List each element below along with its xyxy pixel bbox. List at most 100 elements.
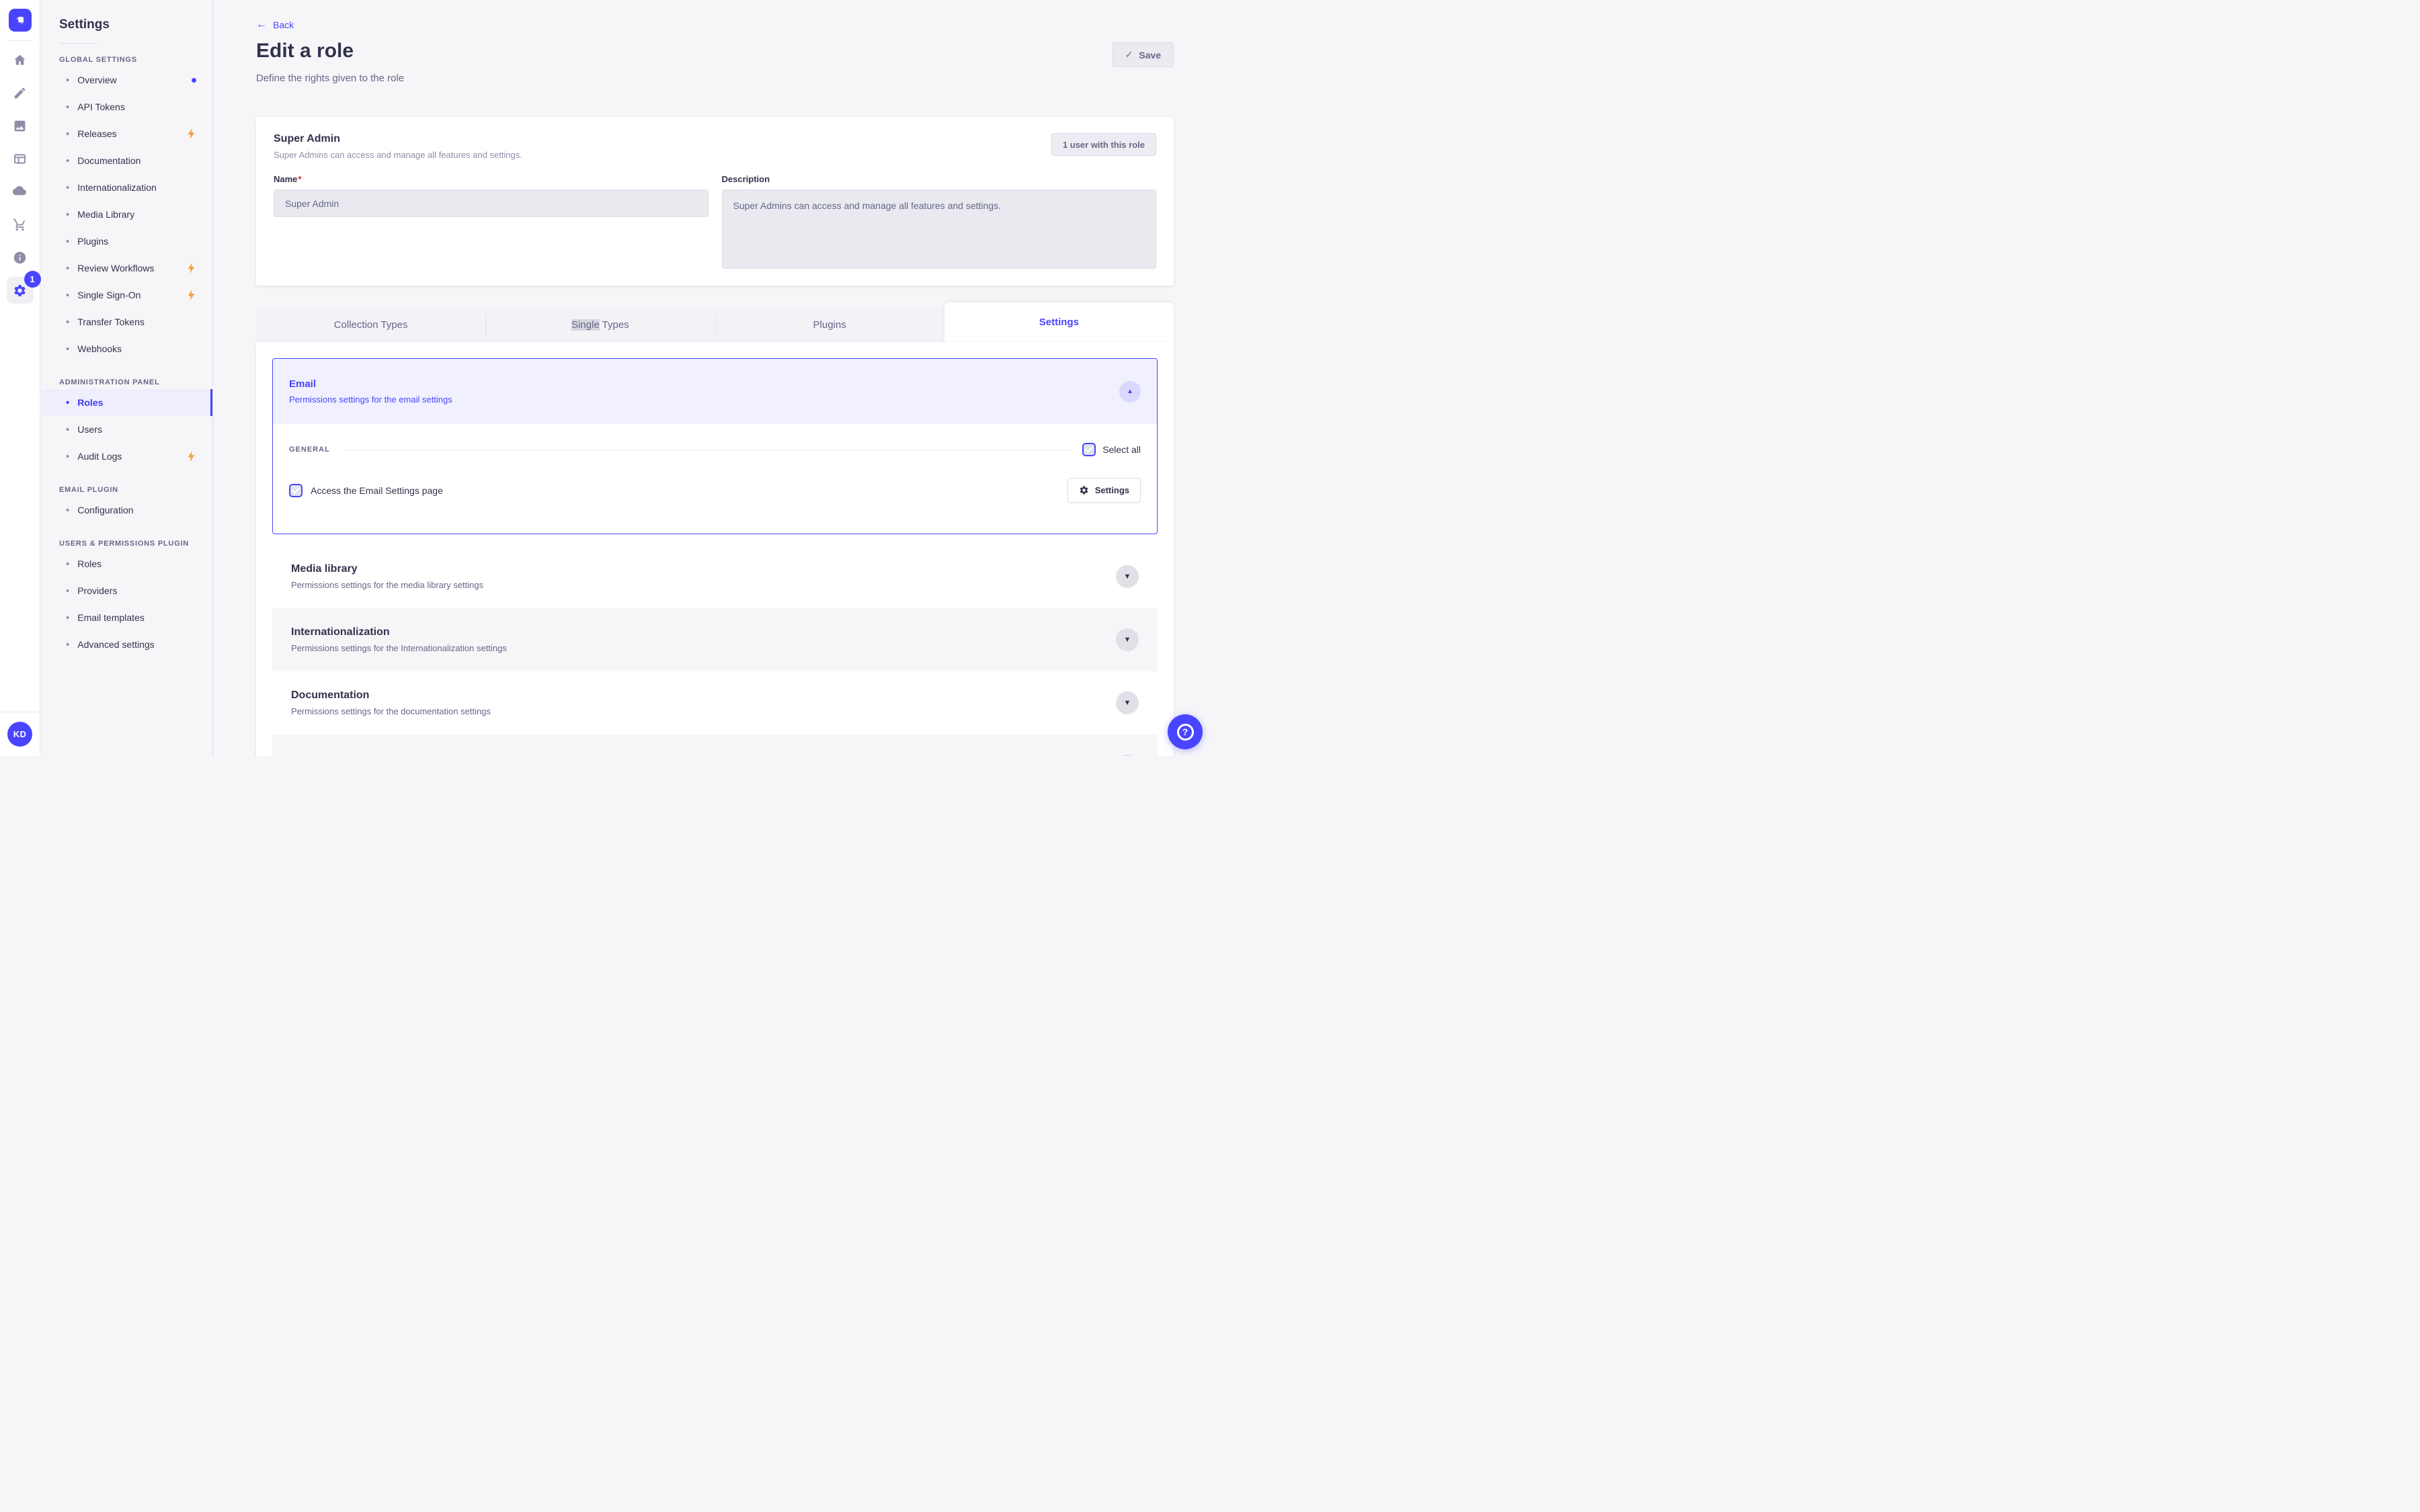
sidebar-item-label: Documentation (77, 155, 141, 166)
sidebar-item-media-library[interactable]: • Media Library (40, 201, 212, 228)
media-library-icon[interactable] (7, 112, 34, 139)
rail-bottom: KD (0, 712, 40, 756)
tab-plugins[interactable]: Plugins (715, 307, 944, 342)
email-panel-subtitle: Permissions settings for the email setti… (289, 394, 452, 405)
bullet-icon: • (66, 316, 70, 328)
check-icon: ✓ (1125, 49, 1133, 60)
user-avatar[interactable]: KD (7, 722, 32, 747)
rail-nav: 1 (0, 46, 41, 304)
permission-panel-documentation[interactable]: Documentation Permissions settings for th… (272, 671, 1158, 734)
sidebar-item-providers[interactable]: • Providers (40, 577, 212, 604)
sidebar-section-email-plugin: EMAIL PLUGIN • Configuration (40, 486, 212, 523)
permission-panel-internationalization[interactable]: Internationalization Permissions settings… (272, 608, 1158, 671)
bullet-icon: • (66, 343, 70, 355)
save-button[interactable]: ✓ Save (1112, 42, 1174, 67)
select-all-checkbox[interactable] (1082, 443, 1096, 456)
sidebar-item-label: Single Sign-On (77, 290, 141, 300)
sidebar-item-label: API Tokens (77, 101, 125, 112)
sidebar-section-users-permissions-plugin: USERS & PERMISSIONS PLUGIN • Roles • Provide… (40, 540, 212, 658)
sidebar-item-label: Transfer Tokens (77, 317, 145, 327)
information-icon[interactable] (7, 244, 34, 271)
sidebar-item-single-sign-on[interactable]: • Single Sign-On (40, 282, 212, 308)
cloud-icon[interactable] (7, 178, 34, 205)
sidebar-item-audit-logs[interactable]: • Audit Logs (40, 443, 212, 470)
sidebar-section-administration-panel: ADMINISTRATION PANEL • Roles • Users • Audit L… (40, 378, 212, 470)
bullet-icon: • (66, 638, 70, 650)
sidebar-item-configuration[interactable]: • Configuration (40, 497, 212, 523)
access-email-settings-label: Access the Email Settings page (311, 485, 443, 496)
page-subtitle: Define the rights given to the role (256, 73, 405, 84)
bullet-icon: • (66, 289, 70, 301)
permission-panel-media-library[interactable]: Media library Permissions settings for th… (272, 545, 1158, 608)
sidebar-title: Settings (59, 17, 110, 32)
permission-panel-plugins-and-marketplace[interactable]: Plugins and marketplace▼ (272, 734, 1158, 756)
sidebar-sections: GLOBAL SETTINGS • Overview • API Tokens • Rele… (40, 56, 212, 658)
sidebar-item-review-workflows[interactable]: • Review Workflows (40, 255, 212, 282)
expand-chevron-button[interactable]: ▼ (1116, 755, 1139, 756)
help-button[interactable]: ? (1168, 714, 1203, 749)
email-panel-header[interactable]: Email Permissions settings for the email… (273, 359, 1157, 424)
name-field-group: Name* (274, 174, 709, 272)
email-permissions-panel: Email Permissions settings for the email… (272, 358, 1158, 534)
sidebar-item-email-templates[interactable]: • Email templates (40, 604, 212, 631)
sidebar-item-internationalization[interactable]: • Internationalization (40, 174, 212, 201)
chevron-up-icon: ▲ (1127, 388, 1133, 395)
sidebar-item-label: Users (77, 424, 102, 435)
sidebar-item-overview[interactable]: • Overview (40, 67, 212, 93)
sidebar-section-label: ADMINISTRATION PANEL (59, 378, 160, 386)
email-settings-button[interactable]: Settings (1067, 478, 1141, 503)
lightning-bolt-icon (188, 451, 195, 462)
access-email-settings-checkbox[interactable] (289, 483, 302, 497)
expand-chevron-button[interactable]: ▼ (1116, 691, 1139, 714)
sidebar-item-advanced-settings[interactable]: • Advanced settings (40, 631, 212, 658)
notification-dot (192, 77, 196, 83)
strapi-logo[interactable] (8, 9, 32, 32)
role-details-card: Super Admin Super Admins can access and … (256, 117, 1174, 286)
strapi-admin-app: 1 KD Settings GLOBAL SETTINGS • Overview • A… (0, 0, 1210, 756)
home-icon[interactable] (7, 46, 34, 73)
strapi-logo-glyph (15, 16, 24, 25)
back-arrow-icon: ← (256, 19, 267, 30)
content-manager-feather-icon[interactable] (7, 79, 34, 106)
sidebar-item-documentation[interactable]: • Documentation (40, 147, 212, 174)
bullet-icon: • (66, 235, 70, 247)
email-panel-title: Email (289, 378, 317, 390)
selected-text: Single (571, 319, 600, 331)
sidebar-item-label: Webhooks (77, 343, 122, 354)
collapse-chevron-button[interactable]: ▲ (1119, 380, 1141, 403)
tab-collection-types[interactable]: Collection Types (256, 307, 486, 342)
marketplace-cart-icon[interactable] (7, 211, 34, 238)
tab-settings[interactable]: Settings (944, 302, 1174, 342)
name-label: Name* (274, 174, 302, 184)
save-label: Save (1139, 49, 1161, 60)
settings-notification-badge: 1 (24, 271, 41, 288)
sidebar-item-releases[interactable]: • Releases (40, 120, 212, 147)
select-all-label: Select all (1102, 444, 1141, 455)
question-mark-icon: ? (1176, 723, 1194, 741)
sidebar-item-transfer-tokens[interactable]: • Transfer Tokens (40, 308, 212, 335)
bullet-icon: • (66, 585, 70, 597)
sidebar-item-api-tokens[interactable]: • API Tokens (40, 93, 212, 120)
users-with-role-button[interactable]: 1 user with this role (1051, 133, 1156, 156)
expand-chevron-button[interactable]: ▼ (1116, 628, 1139, 651)
permissions-tabs: Collection Types Single Types Plugins Se… (256, 302, 1174, 342)
name-input[interactable] (274, 190, 709, 217)
content-type-builder-icon[interactable] (7, 145, 34, 172)
checkmark-icon (292, 487, 300, 494)
sidebar-item-label: Audit Logs (77, 451, 122, 462)
sidebar-item-plugins[interactable]: • Plugins (40, 228, 212, 255)
sidebar-item-webhooks[interactable]: • Webhooks (40, 335, 212, 362)
description-textarea[interactable]: Super Admins can access and manage all f… (721, 190, 1156, 269)
settings-gear-icon[interactable]: 1 (6, 271, 41, 304)
back-link[interactable]: ← Back (256, 19, 294, 31)
email-panel-body: GENERAL Select all Access the Email Sett… (273, 424, 1157, 534)
required-asterisk: * (298, 174, 302, 184)
sidebar-item-roles[interactable]: • Roles (40, 550, 212, 577)
sidebar-item-roles[interactable]: • Roles (40, 389, 212, 416)
sidebar-item-users[interactable]: • Users (40, 416, 212, 443)
tab-single-types[interactable]: Single Types (485, 307, 715, 342)
rail-divider (7, 40, 33, 41)
back-label: Back (273, 19, 294, 30)
expand-chevron-button[interactable]: ▼ (1116, 565, 1139, 588)
nav-rail: 1 KD (0, 0, 41, 756)
